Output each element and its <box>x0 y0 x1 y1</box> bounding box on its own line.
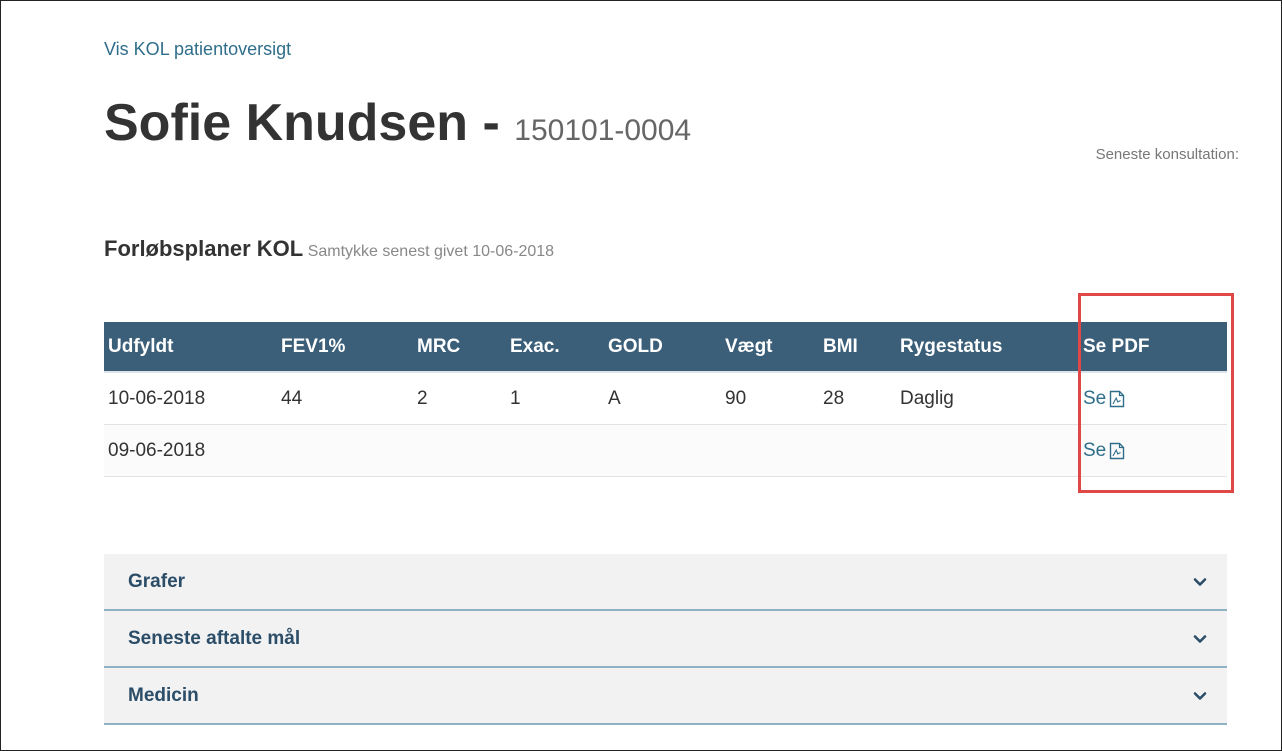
patient-cpr: 150101-0004 <box>514 114 692 147</box>
col-header-exac: Exac. <box>506 322 604 373</box>
cell-bmi: 28 <box>819 372 896 425</box>
col-header-gold: GOLD <box>604 322 721 373</box>
chevron-down-icon <box>1193 634 1207 643</box>
col-header-rygestatus: Rygestatus <box>896 322 1067 373</box>
view-pdf-link[interactable]: Se <box>1083 440 1125 462</box>
view-pdf-link[interactable]: Se <box>1083 388 1125 410</box>
back-to-overview-link[interactable]: Vis KOL patientoversigt <box>104 39 291 60</box>
accordion-label: Grafer <box>128 570 186 592</box>
col-header-vaegt: Vægt <box>721 322 819 373</box>
col-header-bmi: BMI <box>819 322 896 373</box>
pdf-file-icon <box>1110 390 1125 407</box>
cell-bmi <box>819 424 896 477</box>
patient-name: Sofie Knudsen <box>104 94 469 152</box>
cell-fev1 <box>277 424 413 477</box>
accordion-item-grafer[interactable]: Grafer <box>104 554 1227 611</box>
plans-heading: Forløbsplaner KOL Samtykke senest givet … <box>104 234 644 266</box>
col-header-se-pdf: Se PDF <box>1067 322 1227 373</box>
cell-gold <box>604 424 721 477</box>
page-frame: Vis KOL patientoversigt Sofie Knudsen - … <box>0 0 1282 751</box>
cell-pdf: Se <box>1067 372 1227 425</box>
cell-gold: A <box>604 372 721 425</box>
title-separator: - <box>482 94 500 152</box>
col-header-fev1: FEV1% <box>277 322 413 373</box>
view-pdf-label: Se <box>1083 439 1107 461</box>
cell-mrc <box>413 424 506 477</box>
latest-consultation-label: Seneste konsultation: <box>1095 146 1239 163</box>
cell-udfyldt: 10-06-2018 <box>104 372 277 425</box>
accordion-label: Medicin <box>128 684 199 706</box>
chevron-down-icon <box>1193 691 1207 700</box>
cell-pdf: Se <box>1067 424 1227 477</box>
cell-vaegt <box>721 424 819 477</box>
cell-rygestatus: Daglig <box>896 372 1067 425</box>
table-row: 09-06-2018 Se <box>104 424 1227 477</box>
chevron-down-icon <box>1193 577 1207 586</box>
cell-mrc: 2 <box>413 372 506 425</box>
accordion-item-medicin[interactable]: Medicin <box>104 668 1227 725</box>
accordion-label: Seneste aftalte mål <box>128 627 301 649</box>
col-header-mrc: MRC <box>413 322 506 373</box>
accordion: Grafer Seneste aftalte mål Medicin <box>104 554 1227 725</box>
cell-exac <box>506 424 604 477</box>
page-title: Sofie Knudsen - 150101-0004 <box>104 94 692 152</box>
pdf-file-icon <box>1110 442 1125 459</box>
consent-text: Samtykke senest givet 10-06-2018 <box>307 243 555 260</box>
cell-vaegt: 90 <box>721 372 819 425</box>
table-header-row: Udfyldt FEV1% MRC Exac. GOLD Vægt BMI Ry… <box>104 322 1227 373</box>
table-row: 10-06-2018 44 2 1 A 90 28 Daglig Se <box>104 372 1227 425</box>
view-pdf-label: Se <box>1083 387 1107 409</box>
cell-udfyldt: 09-06-2018 <box>104 424 277 477</box>
cell-rygestatus <box>896 424 1067 477</box>
plans-table: Udfyldt FEV1% MRC Exac. GOLD Vægt BMI Ry… <box>104 322 1227 477</box>
plans-title: Forløbsplaner KOL <box>104 236 304 261</box>
cell-fev1: 44 <box>277 372 413 425</box>
col-header-udfyldt: Udfyldt <box>104 322 277 373</box>
cell-exac: 1 <box>506 372 604 425</box>
accordion-item-seneste-aftalte-maal[interactable]: Seneste aftalte mål <box>104 611 1227 668</box>
